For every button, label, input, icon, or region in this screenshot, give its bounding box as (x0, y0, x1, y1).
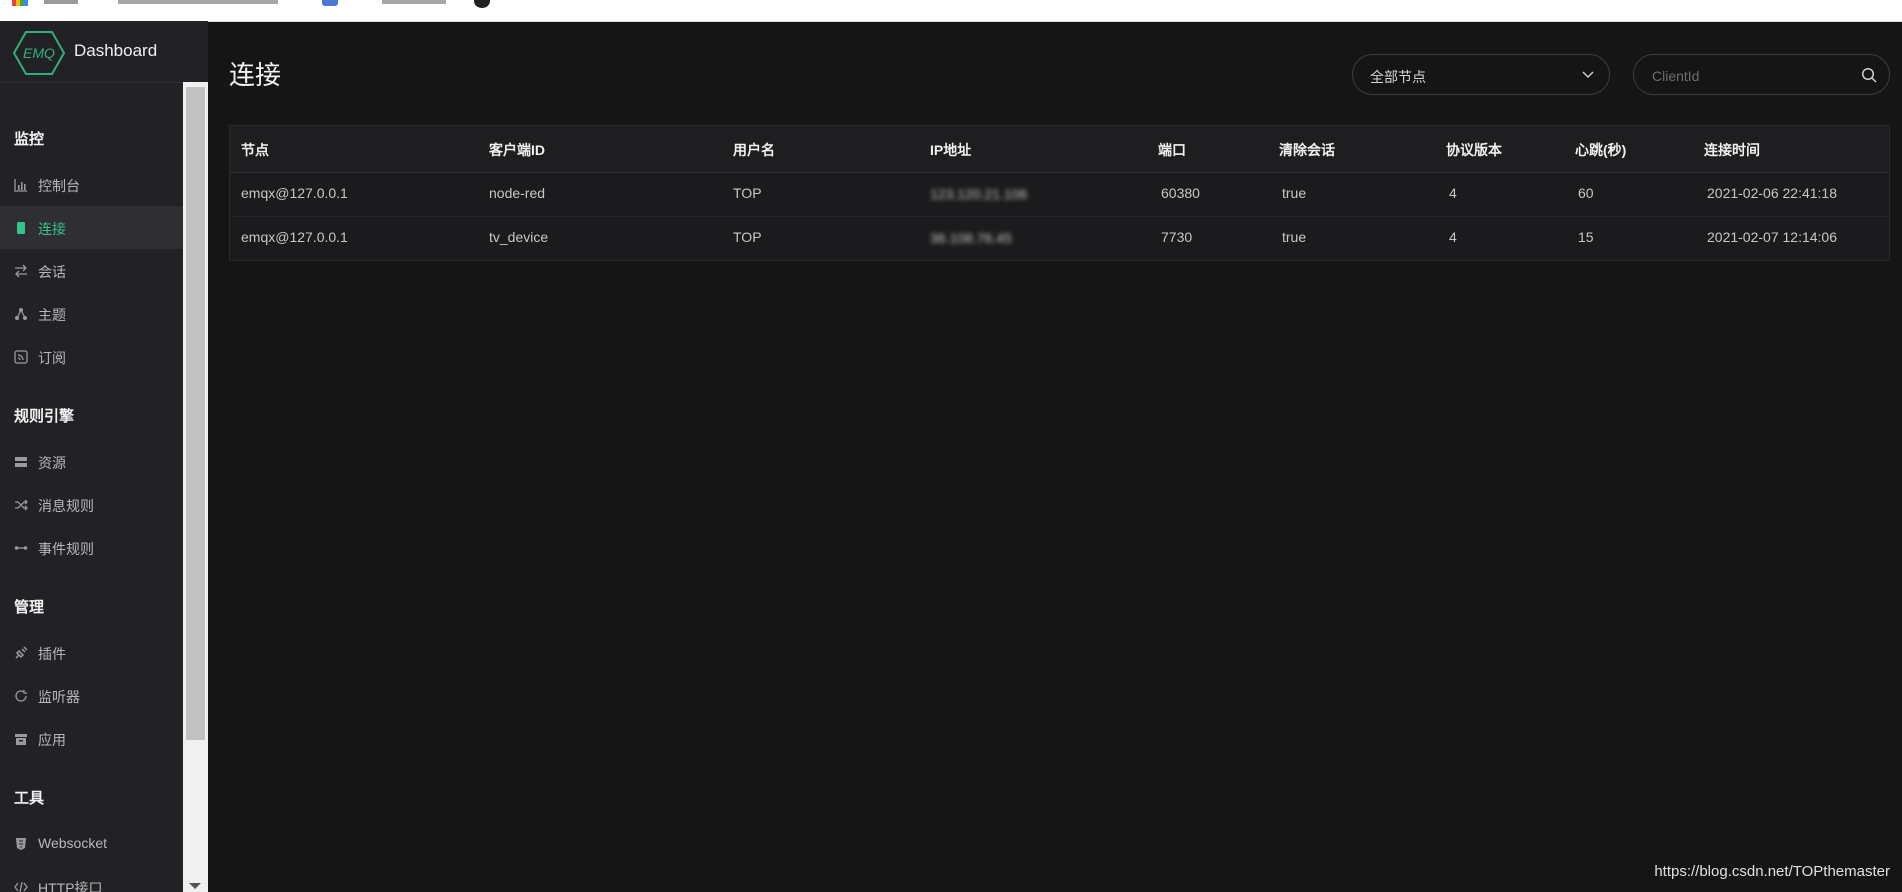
logo-text: Dashboard (74, 41, 158, 60)
cell-client-id[interactable]: tv_device (489, 229, 548, 245)
sidebar-item-label: 会话 (38, 264, 66, 280)
group-title-rule-engine: 规则引擎 (14, 408, 75, 425)
cell-username: TOP (733, 185, 762, 201)
sidebar-item-label: 应用 (38, 732, 66, 748)
column-header: 连接时间 (1704, 142, 1760, 158)
cell-keepalive: 60 (1578, 185, 1594, 201)
logo[interactable]: EMQ Dashboard (0, 21, 208, 83)
sidebar-nav: 监控 控制台 连接 会话 主题 订阅 规则引擎 资源 消息规则 事件规则 管理 … (0, 82, 183, 892)
search-input[interactable] (1650, 64, 1854, 88)
sidebar-item-applications[interactable]: 应用 (0, 717, 183, 760)
plug-icon (15, 646, 28, 659)
cell-ip-address: 36.108.76.45 (930, 230, 1012, 246)
apps-icon[interactable] (12, 0, 28, 6)
sidebar-item-label: 连接 (38, 221, 66, 237)
sidebar-item-websocket[interactable]: Websocket (0, 822, 183, 865)
sidebar: EMQ Dashboard 监控 控制台 连接 会话 主题 订阅 规则引擎 资源 (0, 21, 208, 892)
cell-protocol-version: 4 (1449, 229, 1457, 245)
sidebar-item-label: 订阅 (38, 350, 66, 366)
cell-port: 7730 (1161, 229, 1193, 245)
node-select-value: 全部节点 (1370, 69, 1426, 85)
sidebar-item-label: 插件 (38, 646, 66, 662)
logo-badge: EMQ (23, 45, 55, 61)
watermark: https://blog.csdn.net/TOPthemaster (1654, 863, 1890, 880)
bar-chart-icon (14, 179, 27, 192)
sidebar-item-listeners[interactable]: 监听器 (0, 674, 183, 717)
cell-clean-session: true (1282, 185, 1307, 201)
scroll-down-arrow-icon[interactable] (189, 883, 201, 889)
page-title: 连接 (229, 60, 282, 90)
column-header: 协议版本 (1446, 142, 1502, 158)
cell-client-id[interactable]: node-red (489, 185, 545, 201)
cell-port: 60380 (1161, 185, 1200, 201)
rss-icon (14, 350, 28, 364)
server-icon (15, 457, 27, 467)
sidebar-item-resources[interactable]: 资源 (0, 440, 183, 483)
connections-table: 节点 客户端ID 用户名 IP地址 端口 清除会话 协议版本 心跳(秒) 连接时… (229, 125, 1890, 261)
code-icon (14, 881, 28, 892)
sidebar-item-connections[interactable]: 连接 (0, 206, 183, 249)
column-header: 客户端ID (489, 142, 545, 158)
cell-node: emqx@127.0.0.1 (241, 229, 348, 245)
group-title-monitor: 监控 (14, 131, 45, 148)
topic-icon (15, 308, 27, 320)
cell-clean-session: true (1282, 229, 1307, 245)
shuffle-icon (15, 499, 28, 511)
sidebar-item-topics[interactable]: 主题 (0, 292, 183, 335)
archive-icon (15, 734, 27, 745)
sidebar-item-label: 监听器 (38, 689, 80, 705)
cell-protocol-version: 4 (1449, 185, 1457, 201)
cell-connected-at: 2021-02-06 22:41:18 (1707, 185, 1837, 201)
cell-keepalive: 15 (1578, 229, 1594, 245)
browser-bookmarks-bar (0, 0, 1902, 22)
bookmark-item[interactable] (44, 0, 78, 4)
cell-node: emqx@127.0.0.1 (241, 185, 348, 201)
table-row[interactable]: emqx@127.0.0.1 tv_device TOP 36.108.76.4… (230, 216, 1889, 261)
column-header: 清除会话 (1279, 142, 1335, 158)
sidebar-item-label: 控制台 (38, 178, 80, 194)
group-title-management: 管理 (14, 599, 45, 616)
sidebar-scrollbar-thumb[interactable] (186, 87, 205, 740)
bookmark-item[interactable] (118, 0, 278, 4)
html5-icon (16, 838, 26, 850)
bookmark-item[interactable] (382, 0, 446, 4)
sidebar-item-dashboard[interactable]: 控制台 (0, 163, 183, 206)
group-title-tools: 工具 (14, 790, 45, 807)
sidebar-item-message-rules[interactable]: 消息规则 (0, 483, 183, 526)
sidebar-item-label: 资源 (38, 455, 66, 471)
github-icon[interactable] (474, 0, 490, 8)
column-header: 端口 (1158, 142, 1186, 158)
column-header: 心跳(秒) (1575, 142, 1627, 158)
sidebar-item-label: Websocket (38, 835, 107, 851)
sidebar-item-label: 事件规则 (38, 541, 94, 557)
table-row[interactable]: emqx@127.0.0.1 node-red TOP 123.120.21.1… (230, 172, 1889, 217)
bookmark-favicon-icon[interactable] (322, 0, 338, 6)
device-icon (17, 222, 25, 234)
swap-arrows-icon (15, 264, 27, 278)
cell-connected-at: 2021-02-07 12:14:06 (1707, 229, 1837, 245)
sidebar-item-subscriptions[interactable]: 订阅 (0, 335, 183, 378)
column-header: 节点 (241, 142, 269, 158)
sidebar-item-label: 主题 (38, 307, 66, 323)
client-id-search (1633, 54, 1890, 95)
sidebar-item-http-api[interactable]: HTTP接口 (0, 865, 183, 892)
emq-logo-icon: EMQ (13, 31, 65, 75)
search-icon[interactable] (1861, 67, 1877, 83)
sidebar-item-plugins[interactable]: 插件 (0, 631, 183, 674)
node-select[interactable]: 全部节点 (1352, 54, 1610, 95)
column-header: IP地址 (930, 142, 972, 158)
sidebar-item-sessions[interactable]: 会话 (0, 249, 183, 292)
sidebar-item-event-rules[interactable]: 事件规则 (0, 526, 183, 569)
sidebar-item-label: HTTP接口 (38, 880, 103, 892)
chevron-down-icon (1582, 71, 1594, 79)
column-header: 用户名 (733, 142, 775, 158)
table-header: 节点 客户端ID 用户名 IP地址 端口 清除会话 协议版本 心跳(秒) 连接时… (230, 126, 1889, 173)
sidebar-item-label: 消息规则 (38, 498, 94, 514)
cell-ip-address: 123.120.21.106 (930, 186, 1028, 202)
link-icon (14, 546, 28, 550)
refresh-icon (15, 690, 27, 702)
cell-username: TOP (733, 229, 762, 245)
